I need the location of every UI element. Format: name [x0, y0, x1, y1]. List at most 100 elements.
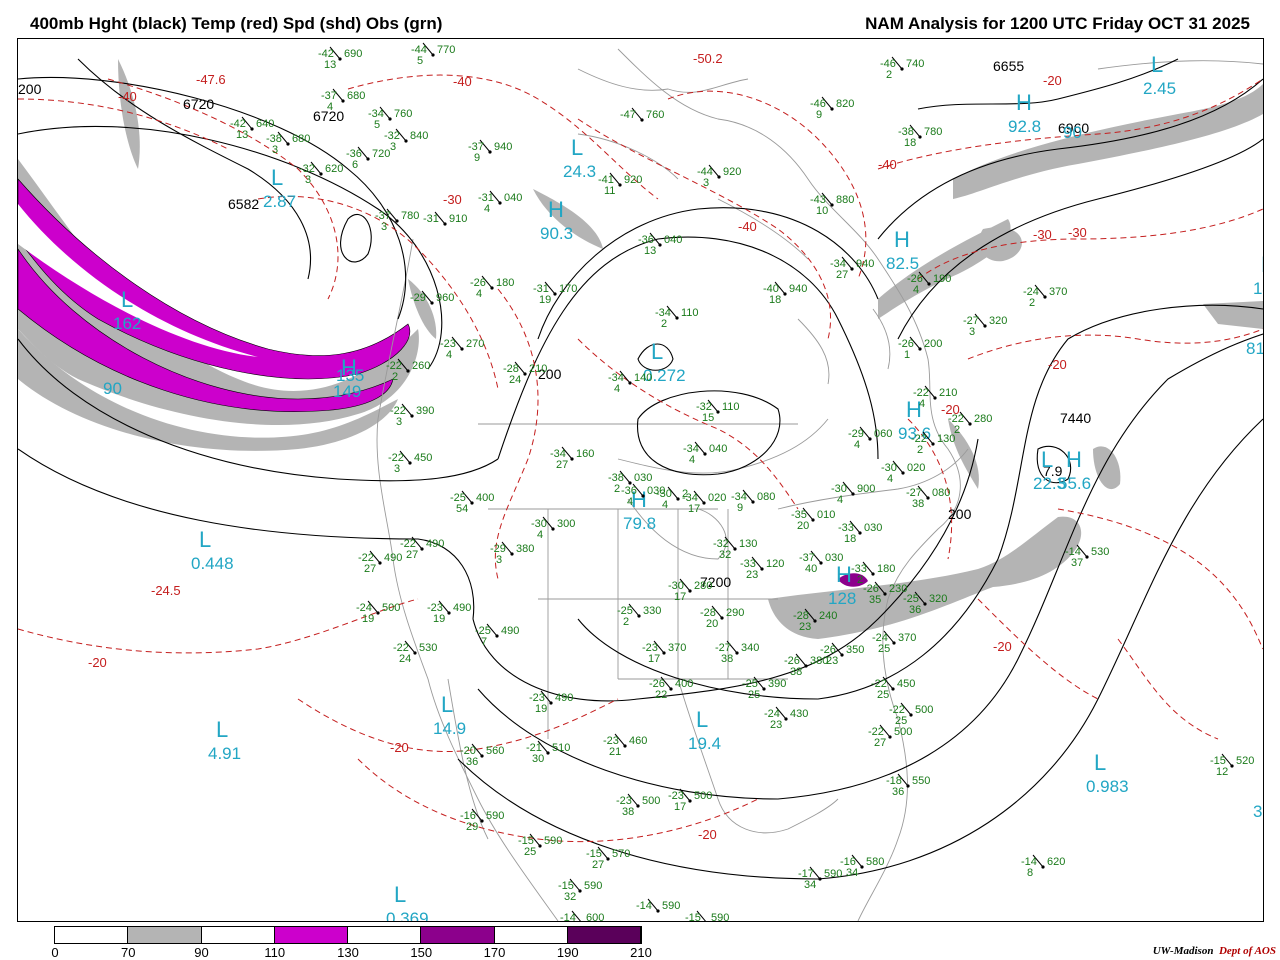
station-temperature: -29	[410, 292, 426, 304]
station-height: 380	[516, 543, 534, 555]
station-observation: -32 8403	[384, 128, 428, 153]
station-observation: -26 35023	[820, 642, 864, 667]
station-height: 370	[898, 632, 916, 644]
station-height: 740	[906, 58, 924, 70]
speed-center-value: 19.4	[688, 734, 721, 753]
jet-shading-70-90	[1093, 446, 1121, 490]
station-dewpoint-depression: 4	[537, 529, 543, 541]
temperature-contour	[577, 118, 832, 340]
station-observation: -31 910	[423, 211, 467, 226]
temperature-contour	[107, 78, 339, 300]
station-observation: -25 40054	[450, 490, 494, 515]
height-contour	[18, 448, 475, 620]
station-height: 170	[559, 283, 577, 295]
station-height: 590	[662, 900, 680, 912]
temperature-contour-label: -24.5	[151, 583, 181, 598]
station-dewpoint-depression: 29	[466, 821, 478, 833]
station-observation: -47 760	[620, 107, 664, 122]
station-observation: -23 49019	[529, 690, 573, 715]
station-observation: -34 16027	[550, 446, 594, 471]
station-height: 590	[544, 835, 562, 847]
station-height: 030	[634, 472, 652, 484]
speed-center-letter: H	[1066, 447, 1082, 472]
temperature-contour	[1117, 638, 1219, 740]
station-observation: -14 6208	[1021, 854, 1065, 879]
station-observation: -43 88010	[810, 192, 854, 217]
station-dewpoint-depression: 4	[919, 398, 925, 410]
station-observation: -34 0809	[731, 489, 775, 514]
station-observation: -26 1804	[470, 275, 514, 300]
station-dewpoint-depression: 17	[674, 801, 686, 813]
colorbar-segment	[201, 927, 275, 943]
station-dewpoint-depression: 10	[816, 205, 828, 217]
station-observation: -20 56036	[460, 743, 504, 768]
station-height: 780	[924, 126, 942, 138]
station-height: 280	[974, 413, 992, 425]
colorbar-segment	[274, 927, 348, 943]
station-observation: -31 0404	[478, 190, 522, 215]
station-height: 490	[555, 692, 573, 704]
station-height: 920	[723, 166, 741, 178]
station-observation: -22 3903	[390, 403, 434, 428]
jet-shading-70-90	[408, 279, 437, 339]
colorbar-tick: 130	[337, 945, 359, 960]
chart-title: 400mb Hght (black) Temp (red) Spd (shd) …	[30, 14, 443, 33]
station-dewpoint-depression: 2	[614, 483, 620, 495]
station-height: 620	[1047, 856, 1065, 868]
station-dewpoint-depression: 32	[719, 549, 731, 561]
speed-center-letter: L	[216, 717, 228, 742]
station-observation: -38 78018	[898, 124, 942, 149]
station-dewpoint-depression: 27	[406, 549, 418, 561]
station-height: 400	[675, 678, 693, 690]
station-height: 320	[929, 593, 947, 605]
colorbar-segment	[348, 927, 422, 943]
station-height: 500	[694, 790, 712, 802]
station-height: 290	[726, 607, 744, 619]
station-dewpoint-depression: 3	[394, 463, 400, 475]
station-dewpoint-depression: 27	[592, 859, 604, 871]
station-dewpoint-depression: 5	[417, 55, 423, 67]
geographic-boundary	[1097, 60, 1263, 70]
colorbar-tick: 70	[121, 945, 136, 960]
colorbar-segment	[55, 927, 129, 943]
station-observation: -27 08038	[906, 485, 950, 510]
station-dewpoint-depression: 2	[1029, 297, 1035, 309]
station-dewpoint-depression: 4	[446, 349, 452, 361]
station-height: 500	[642, 795, 660, 807]
station-height: 580	[866, 856, 884, 868]
station-observation: -15 59025	[518, 833, 562, 858]
station-dewpoint-depression: 17	[648, 653, 660, 665]
station-observation: -37 7803	[375, 208, 419, 233]
station-height: 600	[586, 912, 604, 921]
station-observation: -33 03018	[838, 520, 882, 545]
speed-center-value: 90.3	[540, 224, 573, 243]
station-height: 680	[347, 90, 365, 102]
speed-center-letter: L	[651, 339, 663, 364]
station-height: 490	[501, 625, 519, 637]
station-dewpoint-depression: 4	[854, 439, 860, 451]
station-height: 320	[989, 315, 1007, 327]
station-observation: -28 29020	[700, 605, 744, 630]
station-observation: -23 50017	[668, 788, 712, 813]
station-temperature: -14	[636, 900, 652, 912]
station-height: 490	[426, 538, 444, 550]
wind-speed-colorbar	[54, 926, 642, 944]
station-observation: -22 50027	[868, 724, 912, 749]
station-observation: -26 2001	[898, 336, 942, 361]
station-dewpoint-depression: 3	[390, 141, 396, 153]
station-dewpoint-depression: 2	[392, 371, 398, 383]
station-height: 920	[624, 174, 642, 186]
speed-center-value: 0.369	[386, 909, 429, 921]
station-height: 160	[576, 448, 594, 460]
station-temperature: -47	[620, 109, 636, 121]
station-observation: -44 9203	[697, 164, 741, 189]
station-dewpoint-depression: 40	[805, 563, 817, 575]
station-temperature: -15	[685, 912, 701, 921]
speed-center-letter: L	[271, 165, 283, 190]
height-contour-label: 6720	[183, 96, 214, 112]
station-height: 760	[394, 108, 412, 120]
station-height: 400	[476, 492, 494, 504]
station-observation: -23 49019	[427, 600, 471, 625]
station-observation: -34 0404	[683, 441, 727, 466]
speed-center-letter: L	[199, 527, 211, 552]
